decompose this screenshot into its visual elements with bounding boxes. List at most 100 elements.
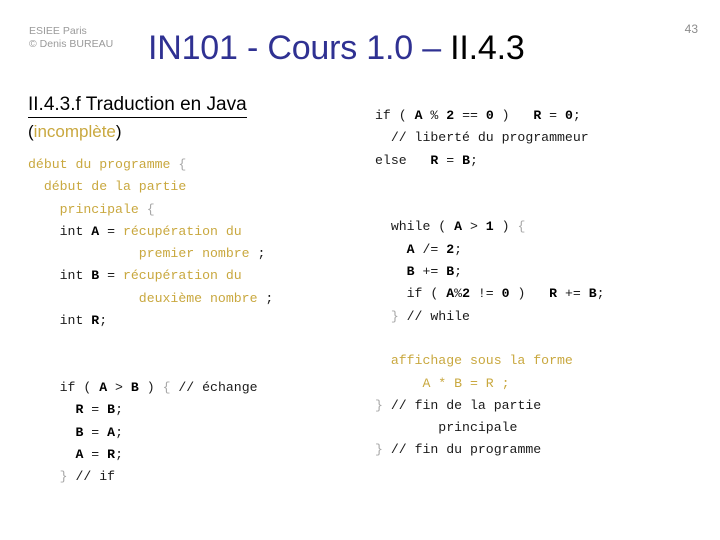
copyright-line: © Denis BUREAU bbox=[29, 38, 114, 50]
code-token-plain: // while bbox=[398, 308, 470, 324]
code-line: A * B = R ; bbox=[375, 373, 705, 395]
code-token-brace: { bbox=[178, 157, 187, 172]
code-line: int B = récupération du bbox=[28, 265, 370, 287]
page-title: IN101 - Cours 1.0 – II.4.3 bbox=[148, 28, 525, 68]
code-line: else R = B; bbox=[375, 150, 705, 172]
code-token-plain: = bbox=[438, 152, 463, 168]
code-line: A = R; bbox=[28, 444, 370, 466]
code-token-plain: % bbox=[454, 286, 463, 302]
code-token-var: A bbox=[454, 219, 463, 235]
code-line: début de la partie bbox=[28, 176, 370, 198]
code-token-plain: // échange bbox=[170, 379, 258, 395]
code-token-brace: } bbox=[390, 308, 399, 324]
code-token-plain: = bbox=[99, 223, 123, 239]
code-line: premier nombre ; bbox=[28, 243, 370, 265]
code-token-var: R bbox=[549, 286, 558, 302]
code-token-bold: 2 bbox=[446, 241, 455, 257]
code-token-var: A bbox=[446, 286, 455, 302]
code-token-plain: ; bbox=[115, 424, 123, 440]
code-token-brace: } bbox=[59, 469, 68, 485]
code-line: if ( A % 2 == 0 ) R = 0; bbox=[375, 105, 705, 127]
code-token-plain: ; bbox=[257, 246, 266, 262]
code-token-pseudo: A * B = R ; bbox=[422, 375, 510, 391]
code-line: principale bbox=[375, 417, 705, 439]
code-token-bold: 0 bbox=[485, 108, 494, 123]
code-token-plain: ; bbox=[470, 152, 478, 168]
code-token-plain: % bbox=[422, 108, 447, 123]
code-token-plain: ; bbox=[99, 313, 108, 329]
subheading-accent-word: incomplète bbox=[33, 122, 116, 141]
code-token-var: A bbox=[99, 379, 108, 395]
code-token-brace: } bbox=[375, 442, 383, 458]
code-token-var: B bbox=[107, 402, 116, 418]
code-line: A /= 2; bbox=[375, 239, 705, 261]
code-token-plain: // if bbox=[67, 469, 116, 485]
code-token-plain: int bbox=[59, 223, 92, 239]
code-token-var: A bbox=[107, 424, 116, 440]
code-token-var: B bbox=[130, 379, 139, 395]
code-token-plain: // fin de la partie bbox=[382, 397, 542, 413]
code-token-plain: += bbox=[414, 264, 447, 280]
code-token-plain: > bbox=[107, 379, 131, 395]
code-line: affichage sous la forme bbox=[375, 350, 705, 372]
code-token-plain: == bbox=[454, 108, 486, 123]
code-token-brace: { bbox=[146, 201, 155, 217]
right-code-block: if ( A % 2 == 0 ) R = 0; // liberté du pr… bbox=[375, 105, 705, 462]
code-token-plain: int bbox=[59, 268, 92, 284]
code-token-plain: if ( bbox=[375, 108, 415, 123]
code-token-plain: ; bbox=[454, 264, 463, 280]
code-token-bold: 0 bbox=[501, 286, 510, 302]
code-token-plain: ; bbox=[115, 446, 123, 462]
code-line: R = B; bbox=[28, 399, 370, 421]
code-token-var: B bbox=[588, 286, 597, 302]
code-line: while ( A > 1 ) { bbox=[375, 216, 705, 238]
code-token-var: B bbox=[446, 264, 455, 280]
code-token-plain: = bbox=[83, 446, 108, 462]
code-token-plain: ) bbox=[509, 286, 550, 302]
code-token-var: A bbox=[406, 241, 415, 257]
code-token-plain: // fin du programme bbox=[382, 442, 542, 458]
code-line: B = A; bbox=[28, 422, 370, 444]
code-token-pseudo: récupération du bbox=[122, 268, 242, 284]
code-token-plain: = bbox=[541, 108, 565, 123]
code-token-plain: ; bbox=[572, 108, 581, 123]
code-token-var: B bbox=[406, 264, 415, 280]
code-token-pseudo: premier nombre bbox=[138, 246, 258, 262]
code-token-plain: /= bbox=[414, 241, 447, 257]
code-token-plain: if ( bbox=[59, 379, 100, 395]
section-heading: II.4.3.f Traduction en Java bbox=[28, 94, 247, 118]
code-token-pseudo: deuxième nombre bbox=[138, 290, 266, 306]
code-token-pseudo: début de la partie bbox=[43, 179, 187, 195]
code-token-var: B bbox=[462, 152, 470, 168]
code-token-plain: += bbox=[557, 286, 589, 302]
slide-header: ESIEE Paris © Denis BUREAU IN101 - Cours… bbox=[0, 0, 720, 84]
code-line: } // while bbox=[375, 306, 705, 328]
title-course-part: IN101 - Cours 1.0 – bbox=[148, 29, 451, 67]
code-line: principale { bbox=[28, 199, 370, 221]
section-heading-wrap: II.4.3.f Traduction en Java bbox=[28, 94, 370, 118]
page-number: 43 bbox=[684, 22, 698, 36]
code-line: deuxième nombre ; bbox=[28, 288, 370, 310]
code-token-bold: 0 bbox=[565, 108, 573, 123]
code-token-plain: ) bbox=[493, 219, 518, 235]
code-token-bold: 1 bbox=[485, 219, 494, 235]
code-token-plain: if ( bbox=[406, 286, 447, 302]
code-line: } // if bbox=[28, 466, 370, 488]
code-token-plain: > bbox=[462, 219, 486, 235]
code-token-plain: ) bbox=[138, 379, 163, 395]
code-token-plain: != bbox=[469, 286, 502, 302]
code-token-plain: ; bbox=[115, 402, 123, 418]
code-line: int R; bbox=[28, 310, 370, 332]
right-column: if ( A % 2 == 0 ) R = 0; // liberté du pr… bbox=[375, 105, 705, 462]
subheading-paren-close: ) bbox=[115, 122, 122, 141]
title-section-part: II.4.3 bbox=[450, 29, 525, 67]
code-token-var: R bbox=[107, 446, 116, 462]
code-token-brace: } bbox=[375, 397, 383, 413]
code-token-pseudo: récupération du bbox=[122, 223, 242, 239]
code-token-brace: { bbox=[517, 219, 526, 235]
code-token-plain: while ( bbox=[390, 219, 455, 235]
